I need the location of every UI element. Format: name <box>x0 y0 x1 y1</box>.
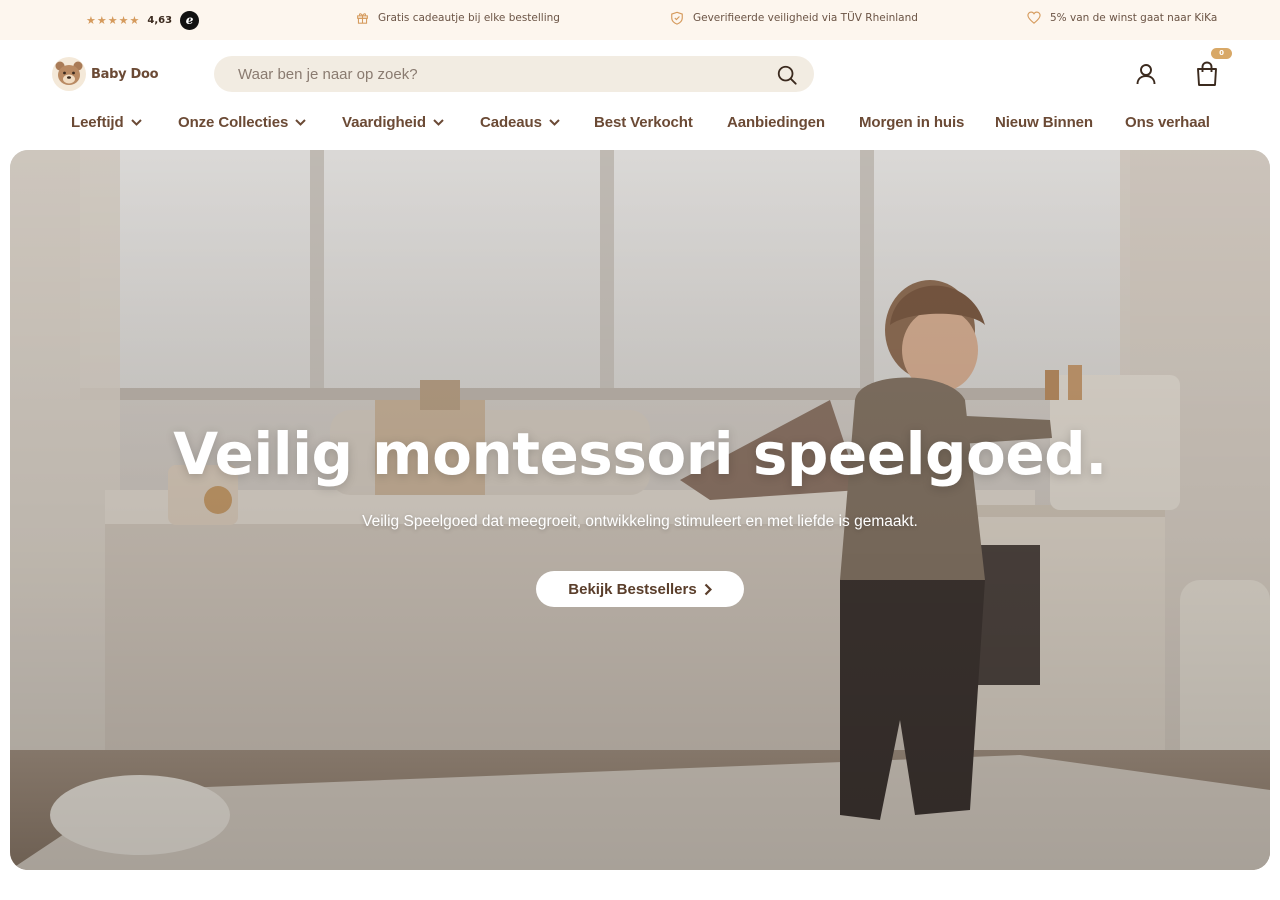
usp-gift: Gratis cadeautje bij elke bestelling <box>356 11 560 24</box>
chevron-down-icon <box>295 119 306 126</box>
nav-item-nieuw-binnen[interactable]: Nieuw Binnen <box>995 114 1093 131</box>
nav-item-aanbiedingen[interactable]: Aanbiedingen <box>727 114 825 131</box>
star-icon: ★ <box>107 13 118 27</box>
hero-title: Veilig montessori speelgoed. <box>173 420 1107 488</box>
chevron-right-icon <box>704 583 712 595</box>
nav-item-label: Leeftijd <box>71 114 124 131</box>
rating-value: 4,63 <box>147 15 173 26</box>
hero-banner: Veilig montessori speelgoed. Veilig Spee… <box>10 150 1270 870</box>
nav-item-label: Vaardigheid <box>342 114 426 131</box>
bear-logo-icon <box>52 57 86 91</box>
star-icon: ★ <box>118 13 129 27</box>
trusted-shops-badge-icon: e <box>180 11 200 30</box>
nav-item-morgen-in-huis[interactable]: Morgen in huis <box>859 114 964 131</box>
rating-stars: ★ ★ ★ ★ ★ <box>86 13 139 29</box>
bestsellers-button-label: Bekijk Bestsellers <box>568 580 697 598</box>
account-icon[interactable] <box>1134 62 1158 86</box>
chevron-down-icon <box>433 119 444 126</box>
usp-safety: Geverifieerde veiligheid via TÜV Rheinla… <box>670 11 918 25</box>
nav-item-label: Nieuw Binnen <box>995 114 1093 131</box>
star-icon: ★ <box>129 13 140 27</box>
star-icon: ★ <box>96 13 107 27</box>
announcement-bar: ★ ★ ★ ★ ★ 4,63 e Gratis cadeautje bij el… <box>0 0 1280 40</box>
nav-item-leeftijd[interactable]: Leeftijd <box>71 114 142 131</box>
nav-item-label: Morgen in huis <box>859 114 965 131</box>
hero-subtitle: Veilig Speelgoed dat meegroeit, ontwikke… <box>362 513 918 530</box>
nav-item-ons-verhaal[interactable]: Ons verhaal <box>1125 114 1210 131</box>
bestsellers-button[interactable]: Bekijk Bestsellers <box>536 571 744 607</box>
nav-item-best-verkocht[interactable]: Best Verkocht <box>594 114 693 131</box>
search-bar <box>214 56 814 92</box>
hero-photo <box>10 150 1270 870</box>
usp-text: 5% van de winst gaat naar KiKa <box>1050 11 1218 24</box>
usp-charity: 5% van de winst gaat naar KiKa <box>1027 11 1217 24</box>
star-icon: ★ <box>86 13 96 27</box>
nav-item-label: Aanbiedingen <box>727 114 825 131</box>
usp-text: Geverifieerde veiligheid via TÜV Rheinla… <box>693 12 918 24</box>
nav-item-vaardigheid[interactable]: Vaardigheid <box>342 114 444 131</box>
gift-icon <box>357 13 368 24</box>
nav-item-label: Cadeaus <box>480 114 542 131</box>
cart-count-badge: 0 <box>1211 48 1232 59</box>
nav-item-label: Best Verkocht <box>594 114 693 131</box>
logo-text: Baby Doo <box>91 66 159 82</box>
heart-icon <box>1027 11 1041 24</box>
shopping-bag-icon[interactable] <box>1194 60 1220 88</box>
main-nav: Leeftijd Onze Collecties Vaardigheid Cad… <box>0 110 1280 138</box>
usp-text: Gratis cadeautje bij elke bestelling <box>378 11 560 24</box>
chevron-down-icon <box>130 119 142 126</box>
search-input[interactable] <box>214 56 774 92</box>
nav-item-label: Ons verhaal <box>1125 114 1210 131</box>
shield-check-icon <box>671 11 683 25</box>
nav-item-label: Onze Collecties <box>178 114 289 131</box>
site-logo[interactable]: Baby Doo <box>51 56 159 92</box>
chevron-down-icon <box>549 119 560 126</box>
search-icon[interactable] <box>776 64 798 86</box>
nav-item-onze-collecties[interactable]: Onze Collecties <box>178 114 306 131</box>
nav-item-cadeaus[interactable]: Cadeaus <box>480 114 560 131</box>
trustmark-rating[interactable]: ★ ★ ★ ★ ★ 4,63 e <box>86 11 200 30</box>
